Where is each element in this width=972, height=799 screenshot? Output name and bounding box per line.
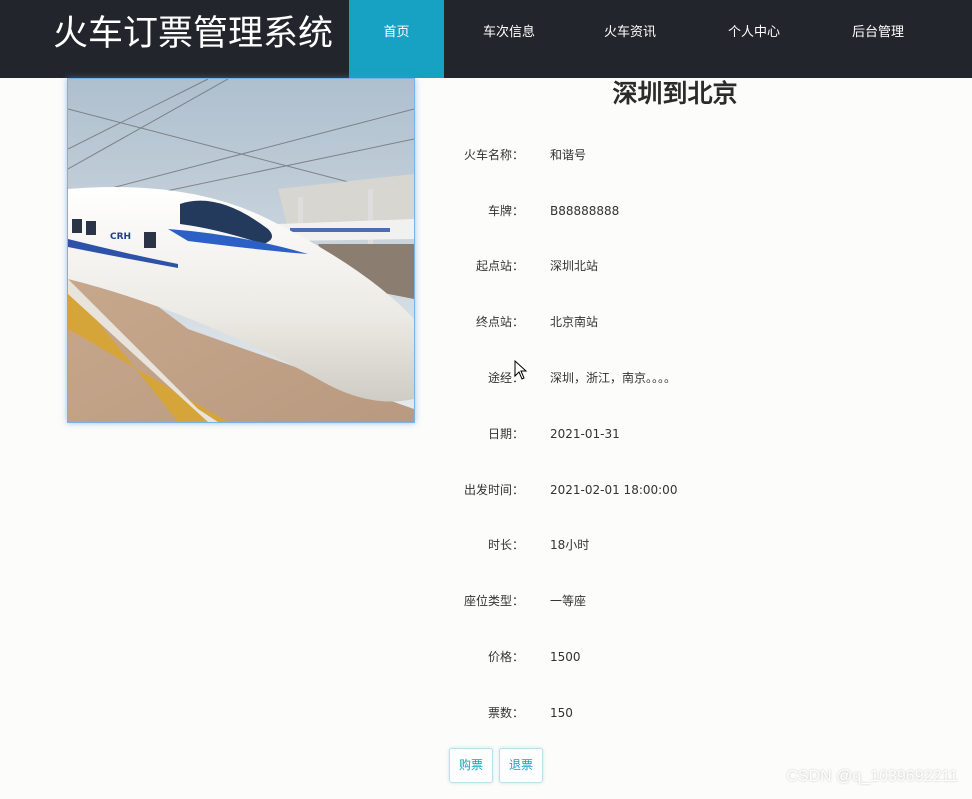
field-label: 出发时间： (463, 483, 524, 497)
field-label: 火车名称： (463, 148, 524, 162)
field-value: 和谐号 (550, 148, 587, 162)
field-value: 深圳，浙江，南京。。。。 (550, 371, 677, 385)
field-label: 价格： (487, 650, 524, 664)
field-label: 终点站： (475, 315, 524, 329)
train-photo: CRH (67, 78, 415, 423)
field-date: 日期： 2021-01-31 (420, 424, 880, 444)
field-value: 150 (550, 706, 573, 720)
field-value: 2021-01-31 (550, 427, 620, 441)
field-ticket-count: 票数： 150 (420, 703, 880, 723)
field-label: 票数： (487, 706, 524, 720)
nav-item-home[interactable]: 首页 (349, 0, 444, 78)
field-duration: 时长： 18小时 (420, 535, 880, 555)
field-price: 价格： 1500 (420, 647, 880, 667)
field-value: 深圳北站 (550, 259, 599, 273)
refund-ticket-button[interactable]: 退票 (499, 748, 543, 783)
buy-ticket-button[interactable]: 购票 (449, 748, 493, 783)
svg-text:CRH: CRH (110, 232, 131, 242)
field-destination: 终点站： 北京南站 (420, 312, 880, 332)
nav-item-train-info[interactable]: 车次信息 (460, 0, 558, 78)
field-plate: 车牌： B88888888 (420, 201, 880, 221)
field-value: B88888888 (550, 204, 620, 218)
site-title[interactable]: 火车订票管理系统 (53, 12, 333, 56)
nav-item-admin[interactable]: 后台管理 (830, 0, 926, 78)
field-label: 时长： (487, 538, 524, 552)
field-via: 途经： 深圳，浙江，南京。。。。 (420, 368, 880, 388)
nav-item-user-center[interactable]: 个人中心 (706, 0, 802, 78)
field-value: 1500 (550, 650, 581, 664)
field-label: 起点站： (475, 259, 524, 273)
field-value: 2021-02-01 18:00:00 (550, 483, 678, 497)
field-value: 18小时 (550, 538, 590, 552)
field-label: 日期： (487, 427, 524, 441)
field-value: 一等座 (550, 594, 587, 608)
top-navbar: 火车订票管理系统 首页 车次信息 火车资讯 个人中心 后台管理 (0, 0, 972, 78)
route-title: 深圳到北京 (612, 79, 738, 108)
field-label: 车牌： (487, 204, 524, 218)
field-origin: 起点站： 深圳北站 (420, 256, 880, 276)
watermark: CSDN @q_1039692211 (786, 768, 958, 785)
field-train-name: 火车名称： 和谐号 (420, 145, 880, 165)
nav-item-train-news[interactable]: 火车资讯 (582, 0, 678, 78)
field-label: 座位类型： (463, 594, 524, 608)
train-illustration: CRH (68, 79, 414, 422)
field-seat-type: 座位类型： 一等座 (420, 591, 880, 611)
field-value: 北京南站 (550, 315, 599, 329)
field-label: 途经： (487, 371, 524, 385)
field-departure-time: 出发时间： 2021-02-01 18:00:00 (420, 480, 880, 500)
mouse-cursor-icon (514, 360, 528, 380)
